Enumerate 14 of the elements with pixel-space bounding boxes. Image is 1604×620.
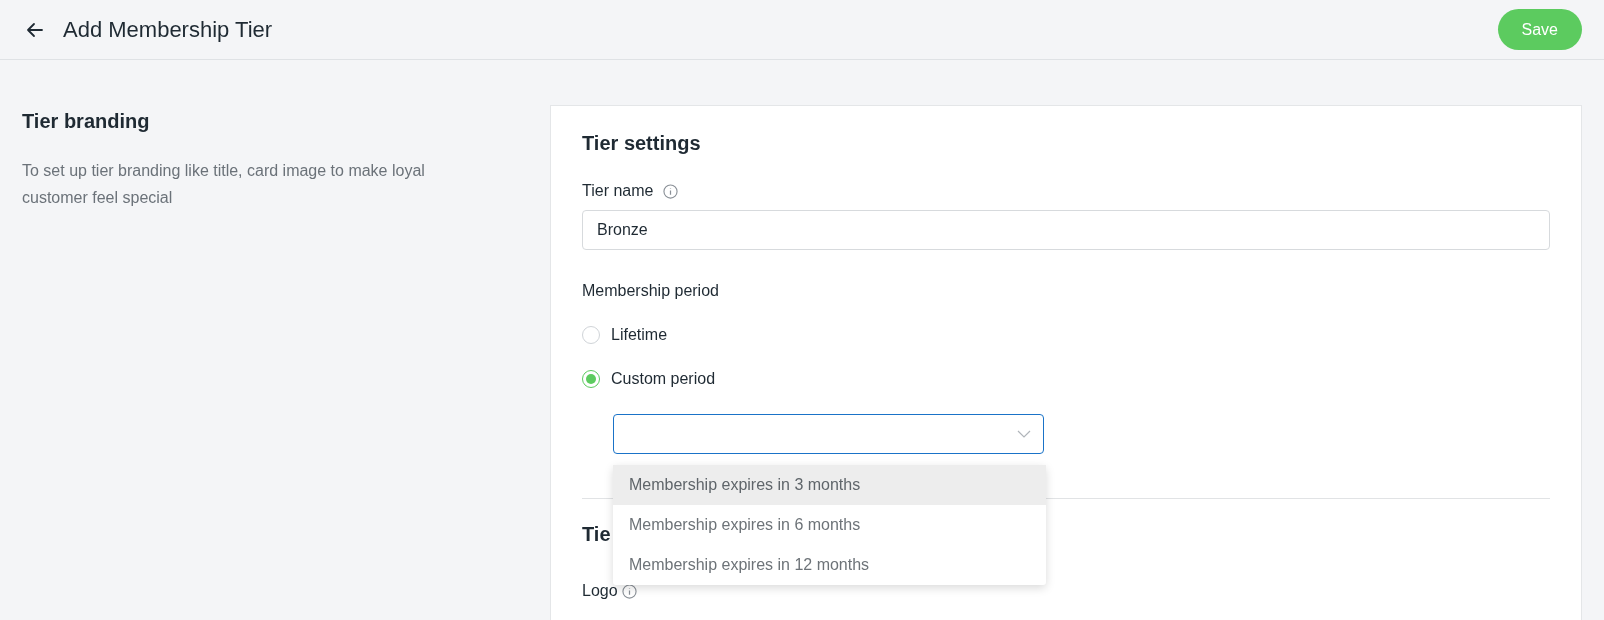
field-label: Membership period — [582, 282, 720, 300]
field-label: Tier name — [582, 182, 654, 200]
dropdown-option[interactable]: Membership expires in 3 months — [613, 465, 1046, 505]
card-heading: Tier settings — [582, 132, 702, 155]
tier-name-input[interactable]: Bronze — [582, 210, 1550, 250]
dropdown-option[interactable]: Membership expires in 12 months — [613, 545, 1046, 585]
section-description: To set up tier branding like title, card image to make loyal customer feel special — [22, 161, 426, 208]
dropdown-option[interactable]: Membership expires in 6 months — [613, 505, 1046, 545]
section-heading: Tier branding — [22, 110, 151, 133]
field-label: Logo — [582, 582, 618, 600]
section-heading: Tie — [582, 523, 612, 546]
radio-label[interactable]: Lifetime — [611, 326, 668, 344]
page-title: Add Membership Tier — [63, 16, 273, 43]
radio-label[interactable]: Custom period — [611, 370, 716, 388]
